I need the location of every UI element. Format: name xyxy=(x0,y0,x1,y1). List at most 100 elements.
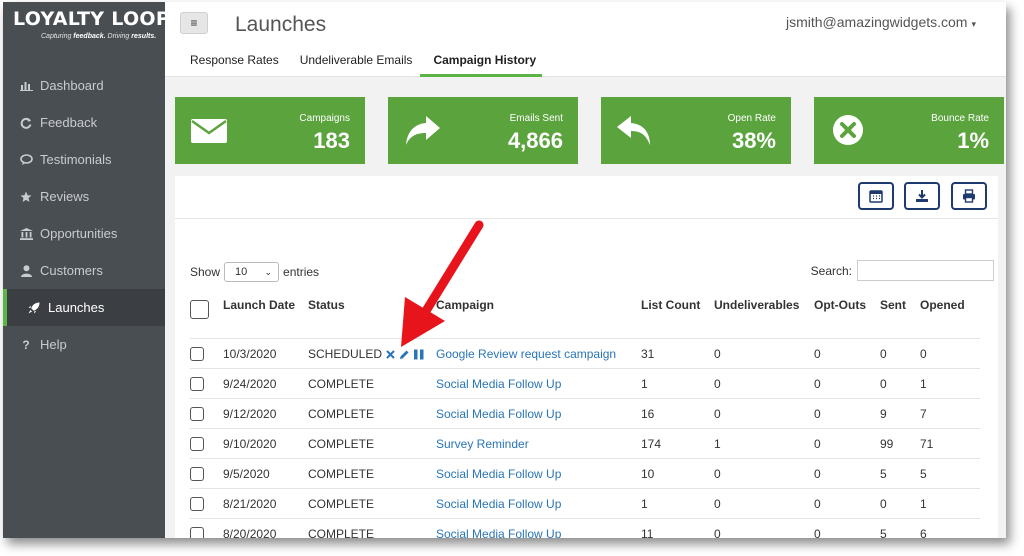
print-icon xyxy=(963,189,975,203)
logo-tagline: Capturing feedback. Driving results. xyxy=(41,33,157,40)
sidebar-item-label: Testimonials xyxy=(40,152,112,167)
stat-card-emails-sent: Emails Sent 4,866 xyxy=(388,97,578,164)
campaign-link[interactable]: Survey Reminder xyxy=(436,437,529,451)
edit-pencil-icon[interactable] xyxy=(399,349,410,360)
stat-card-campaigns: Campaigns 183 xyxy=(175,97,365,164)
col-campaign[interactable]: Campaign xyxy=(436,289,641,339)
user-email: jsmith@amazingwidgets.com xyxy=(785,14,968,30)
bar-chart-icon xyxy=(19,79,33,93)
user-menu[interactable]: jsmith@amazingwidgets.com ▾ xyxy=(786,14,976,30)
stat-card-open-rate: Open Rate 38% xyxy=(601,97,791,164)
print-button[interactable] xyxy=(951,182,987,210)
sidebar-item-help[interactable]: ? Help xyxy=(3,326,165,363)
select-all-checkbox[interactable] xyxy=(190,300,209,319)
pause-icon[interactable] xyxy=(414,349,424,360)
x-circle-icon xyxy=(833,115,863,145)
table-row: 9/24/2020 COMPLETE Social Media Follow U… xyxy=(190,368,980,399)
stat-value: 1% xyxy=(957,128,989,153)
main-content: ≡ Launches jsmith@amazingwidgets.com ▾ Re… xyxy=(165,2,1006,538)
tab-bar: Response Rates Undeliverable Emails Camp… xyxy=(177,48,544,77)
tab-response-rates[interactable]: Response Rates xyxy=(177,48,285,77)
tab-undeliverable-emails[interactable]: Undeliverable Emails xyxy=(287,48,419,77)
col-sent[interactable]: Sent xyxy=(880,289,920,339)
campaign-link[interactable]: Google Review request campaign xyxy=(436,347,616,361)
logo[interactable]: LOYALTY LOOP® Capturing feedback. Drivin… xyxy=(13,8,177,50)
download-button[interactable] xyxy=(904,182,940,210)
row-checkbox[interactable] xyxy=(190,406,204,421)
campaign-link[interactable]: Social Media Follow Up xyxy=(436,377,561,391)
question-icon: ? xyxy=(22,337,30,352)
col-opt-outs[interactable]: Opt-Outs xyxy=(814,289,880,339)
envelope-icon xyxy=(191,119,227,143)
rocket-icon xyxy=(27,301,41,315)
stat-label: Bounce Rate xyxy=(931,113,989,124)
stat-card-bounce-rate: Bounce Rate 1% xyxy=(814,97,1004,164)
sidebar: LOYALTY LOOP® Capturing feedback. Drivin… xyxy=(3,2,177,538)
share-arrow-icon xyxy=(406,116,440,145)
sidebar-item-opportunities[interactable]: Opportunities xyxy=(3,215,165,252)
stat-label: Emails Sent xyxy=(509,113,563,124)
table-row: 10/3/2020 SCHEDULED Google Review reques… xyxy=(190,338,980,369)
chat-bubble-icon xyxy=(19,153,33,167)
table-header: Launch Date Status Campaign List Count U… xyxy=(190,289,980,339)
sidebar-item-label: Opportunities xyxy=(40,226,118,241)
row-checkbox[interactable] xyxy=(190,436,204,451)
col-opened[interactable]: Opened xyxy=(920,289,980,339)
calendar-icon xyxy=(869,190,883,203)
caret-down-icon: ▾ xyxy=(971,19,976,29)
refresh-icon xyxy=(19,116,33,130)
sidebar-item-feedback[interactable]: Feedback xyxy=(3,104,165,141)
campaign-link[interactable]: Social Media Follow Up xyxy=(436,467,561,481)
download-icon xyxy=(916,190,928,202)
col-launch-date[interactable]: Launch Date xyxy=(223,289,308,339)
sidebar-item-label: Help xyxy=(40,337,67,352)
reply-arrow-icon xyxy=(617,116,650,145)
row-checkbox[interactable] xyxy=(190,346,204,361)
col-list-count[interactable]: List Count xyxy=(641,289,714,339)
sidebar-item-launches[interactable]: Launches xyxy=(3,289,165,326)
stat-value: 183 xyxy=(313,128,350,153)
app-window: LOYALTY LOOP® Capturing feedback. Drivin… xyxy=(3,2,1006,538)
campaign-history-panel: Show 10 ⌄ entries Search: Launch Date Sta… xyxy=(175,176,998,538)
hamburger-icon: ≡ xyxy=(190,16,198,30)
cancel-icon[interactable] xyxy=(386,350,395,359)
status-text: SCHEDULED xyxy=(308,346,383,361)
table-row: 9/5/2020 COMPLETE Social Media Follow Up… xyxy=(190,458,980,489)
table-row: 9/12/2020 COMPLETE Social Media Follow U… xyxy=(190,398,980,429)
user-icon xyxy=(19,264,33,278)
row-checkbox[interactable] xyxy=(190,466,204,481)
row-checkbox[interactable] xyxy=(190,376,204,391)
sidebar-nav: Dashboard Feedback Testimonials Reviews … xyxy=(3,67,165,363)
logo-text: LOYALTY LOOP xyxy=(13,8,171,30)
chevron-down-icon: ⌄ xyxy=(264,266,273,277)
row-checkbox[interactable] xyxy=(190,526,204,538)
campaign-link[interactable]: Social Media Follow Up xyxy=(436,497,561,511)
entries-select[interactable]: 10 ⌄ xyxy=(224,262,280,282)
row-checkbox[interactable] xyxy=(190,496,204,511)
calendar-button[interactable] xyxy=(858,182,894,210)
campaign-link[interactable]: Social Media Follow Up xyxy=(436,527,561,539)
stat-value: 38% xyxy=(731,128,776,153)
col-undeliverables[interactable]: Undeliverables xyxy=(714,289,814,339)
sidebar-item-label: Dashboard xyxy=(40,78,104,93)
col-status[interactable]: Status xyxy=(308,289,436,339)
search-input[interactable] xyxy=(857,260,994,281)
table-row: 9/10/2020 COMPLETE Survey Reminder 174 1… xyxy=(190,428,980,459)
sidebar-item-label: Feedback xyxy=(40,115,98,130)
table-row: 8/20/2020 COMPLETE Social Media Follow U… xyxy=(190,518,980,539)
top-bar: ≡ Launches jsmith@amazingwidgets.com ▾ Re… xyxy=(165,2,1006,77)
bank-icon xyxy=(19,227,33,241)
sidebar-item-dashboard[interactable]: Dashboard xyxy=(3,67,165,104)
campaign-link[interactable]: Social Media Follow Up xyxy=(436,407,561,421)
search-control: Search: xyxy=(811,260,994,281)
sidebar-item-label: Reviews xyxy=(40,189,90,204)
menu-toggle-button[interactable]: ≡ xyxy=(180,12,208,34)
page-title: Launches xyxy=(235,13,327,36)
sidebar-item-testimonials[interactable]: Testimonials xyxy=(3,141,165,178)
star-icon xyxy=(19,190,33,204)
table-row: 8/21/2020 COMPLETE Social Media Follow U… xyxy=(190,488,980,519)
sidebar-item-customers[interactable]: Customers xyxy=(3,252,165,289)
stat-label: Open Rate xyxy=(727,113,776,124)
tab-campaign-history[interactable]: Campaign History xyxy=(420,48,543,77)
sidebar-item-reviews[interactable]: Reviews xyxy=(3,178,165,215)
